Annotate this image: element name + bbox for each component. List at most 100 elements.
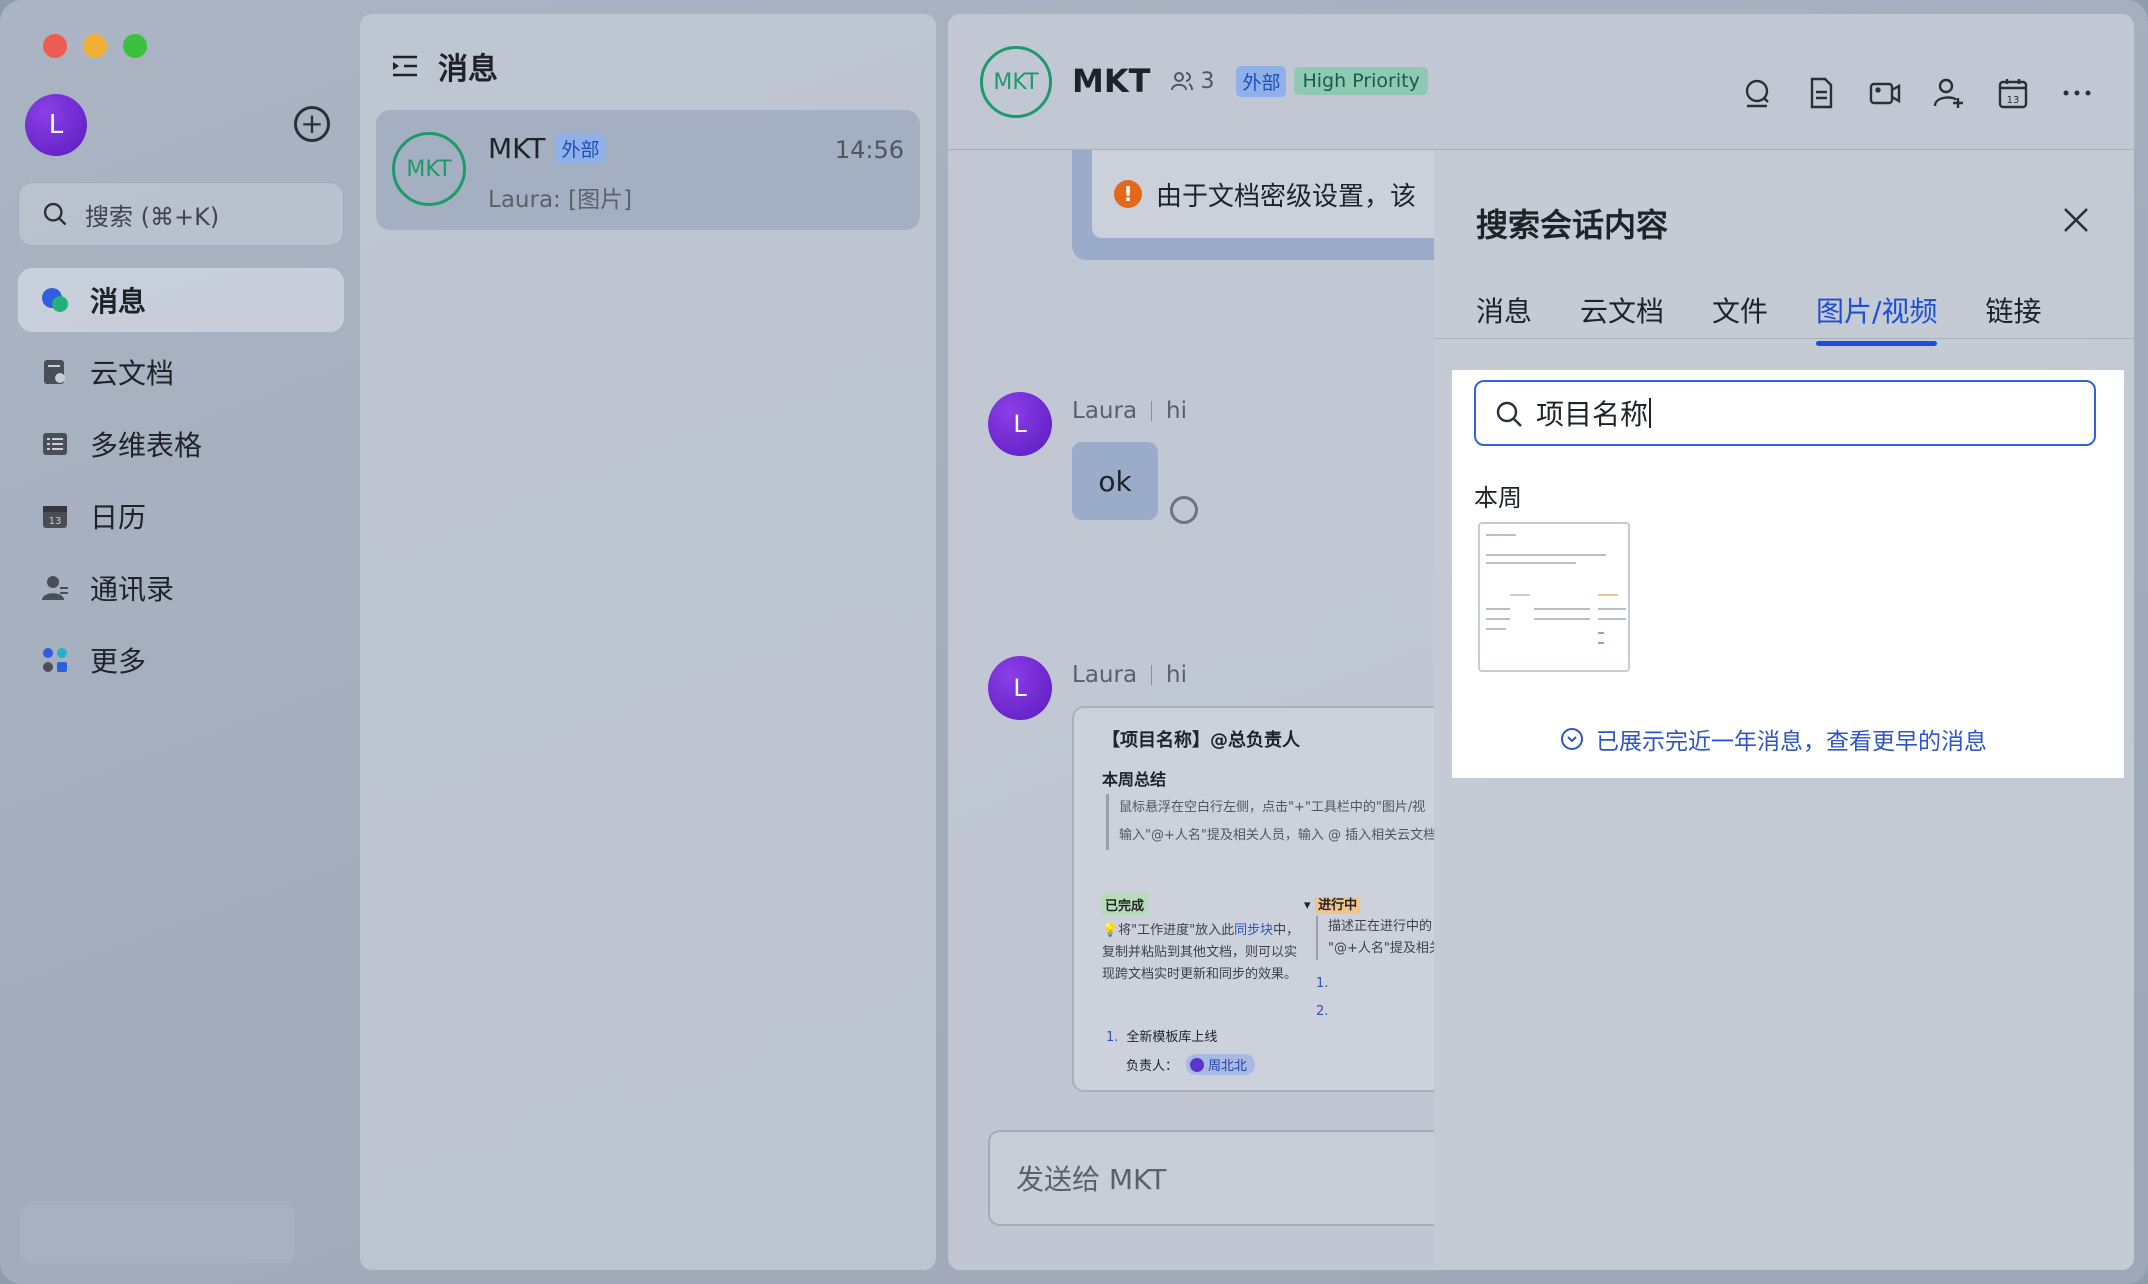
thumb-line — [1486, 608, 1510, 610]
load-earlier-text: 已展示完近一年消息，查看更早的消息 — [1596, 729, 1987, 755]
add-icon[interactable]: + — [294, 106, 330, 142]
search-results-card: 项目名称 本周 已展示完近一年消息，查看更早的消息 — [1452, 370, 2124, 778]
read-status-icon — [1170, 496, 1198, 524]
more-icon[interactable] — [2060, 76, 2094, 110]
message-meta: Laura hi — [1072, 398, 1187, 424]
group-avatar[interactable]: MKT — [980, 46, 1052, 118]
tab-links[interactable]: 链接 — [1985, 290, 2041, 344]
calendar-icon[interactable]: 13 — [1996, 76, 2030, 110]
search-query-input[interactable]: 项目名称 — [1474, 380, 2096, 446]
chat-bubble-icon — [42, 288, 68, 312]
thumb-line — [1598, 632, 1604, 634]
search-panel-title: 搜索会话内容 — [1476, 206, 1669, 244]
meta-divider — [1151, 665, 1153, 685]
conversation-panel: MKT MKT 3 外部 High Priority 13 ! 由于文档密级设置… — [948, 14, 2134, 1270]
doing-list: 1. 2. — [1316, 970, 1328, 1026]
sidebar-item-label: 消息 — [90, 285, 147, 318]
chat-preview: Laura: [图片] — [488, 187, 633, 213]
message-meta: Laura hi — [1072, 662, 1187, 688]
tabs-divider — [1434, 338, 2134, 339]
doc-icon[interactable] — [1804, 76, 1838, 110]
tab-messages[interactable]: 消息 — [1476, 290, 1532, 344]
load-earlier-link[interactable]: 已展示完近一年消息，查看更早的消息 — [1560, 722, 1987, 756]
external-tag: 外部 — [1236, 65, 1287, 97]
doing-label: 进行中 — [1315, 897, 1361, 914]
thumb-line — [1598, 642, 1604, 644]
svg-text:13: 13 — [2007, 95, 2020, 106]
thumb-line — [1534, 618, 1590, 620]
reply-to: hi — [1166, 398, 1188, 424]
chat-list-header: 消息 — [390, 44, 498, 88]
sidebar-nav: 消息 云文档 多维表格 13 日历 通讯录 更多 — [18, 268, 344, 700]
member-count[interactable]: 3 — [1170, 69, 1214, 94]
meta-divider — [1151, 401, 1153, 421]
minimize-window-button[interactable] — [83, 34, 107, 58]
message-bubble[interactable]: ok — [1072, 442, 1158, 520]
conversation-toolbar: 13 — [1710, 76, 2094, 110]
owner-avatar — [1190, 1057, 1205, 1072]
chat-list-title: 消息 — [438, 52, 498, 87]
sidebar-item-label: 多维表格 — [90, 429, 203, 462]
search-chat-icon[interactable] — [1740, 76, 1774, 110]
search-icon — [1496, 401, 1522, 427]
sidebar-item-messages[interactable]: 消息 — [18, 268, 344, 332]
thumb-line — [1598, 608, 1626, 610]
members-icon — [1171, 72, 1194, 91]
close-icon[interactable] — [2058, 202, 2094, 238]
add-member-icon[interactable] — [1932, 76, 1966, 110]
done-list-item: 1. 全新模板库上线 — [1106, 1026, 1217, 1045]
thumb-line — [1486, 628, 1506, 630]
warning-icon: ! — [1114, 180, 1142, 208]
sync-block-link: 同步块 — [1234, 923, 1274, 938]
chat-list-item[interactable]: MKT MKT 外部 14:56 Laura: [图片] — [376, 110, 920, 230]
search-conversation-panel: 搜索会话内容 消息 云文档 文件 图片/视频 链接 项目名称 本周 已展示完近一… — [1434, 150, 2134, 1270]
video-icon[interactable] — [1868, 76, 1902, 110]
done-text-prefix: 💡将"工作进度"放入此 — [1102, 923, 1235, 938]
reply-to: hi — [1166, 662, 1188, 688]
collapse-list-icon[interactable] — [390, 51, 420, 81]
sender-avatar[interactable]: L — [988, 656, 1052, 720]
sidebar-item-label: 更多 — [90, 645, 147, 678]
sidebar-item-bitable[interactable]: 多维表格 — [18, 412, 344, 476]
doing-num: 1. — [1316, 976, 1329, 991]
sender-avatar[interactable]: L — [988, 392, 1052, 456]
search-tabs: 消息 云文档 文件 图片/视频 链接 — [1476, 290, 2090, 346]
chat-name: MKT 外部 — [488, 132, 606, 165]
member-count-text: 3 — [1200, 68, 1215, 94]
doc-title: 【项目名称】@总负责人 — [1102, 730, 1300, 751]
thumb-line — [1486, 618, 1510, 620]
chat-list-panel: 消息 MKT MKT 外部 14:56 Laura: [图片] — [360, 14, 936, 1270]
user-avatar[interactable]: L — [25, 94, 87, 156]
doing-num: 2. — [1316, 1004, 1329, 1019]
cloud-doc-icon — [44, 360, 65, 384]
sidebar-item-docs[interactable]: 云文档 — [18, 340, 344, 404]
done-text: 💡将"工作进度"放入此同步块中，复制并粘贴到其他文档，则可以实现跨文档实时更新和… — [1102, 920, 1302, 986]
sidebar-item-label: 云文档 — [90, 357, 175, 390]
chat-avatar: MKT — [392, 132, 466, 206]
sender-name: Laura — [1072, 662, 1138, 688]
global-search-input[interactable]: 搜索 (⌘+K) — [18, 182, 344, 246]
doc-image-message[interactable]: 【项目名称】@总负责人 本周总结 鼠标悬浮在空白行左侧，点击"+"工具栏中的"图… — [1072, 706, 1492, 1092]
maximize-window-button[interactable] — [123, 34, 147, 58]
svg-text:13: 13 — [49, 516, 62, 527]
image-result-thumbnail[interactable] — [1478, 522, 1630, 672]
doc-quote-line: 鼠标悬浮在空白行左侧，点击"+"工具栏中的"图片/视 — [1119, 800, 1426, 815]
tab-docs[interactable]: 云文档 — [1580, 290, 1664, 344]
tab-images-videos[interactable]: 图片/视频 — [1816, 290, 1938, 346]
tab-files[interactable]: 文件 — [1712, 290, 1768, 344]
conversation-name[interactable]: MKT — [1072, 62, 1150, 100]
conversation-header: MKT MKT 3 外部 High Priority 13 — [948, 14, 2134, 150]
external-tag: 外部 — [555, 133, 606, 164]
sidebar-item-more[interactable]: 更多 — [18, 628, 344, 692]
done-label: 已完成 — [1102, 894, 1148, 915]
doc-section: 本周总结 — [1102, 770, 1167, 789]
chat-name-text: MKT — [488, 132, 546, 165]
warning-text: 由于文档密级设置，该 — [1156, 181, 1417, 212]
sidebar-item-calendar[interactable]: 13 日历 — [18, 484, 344, 548]
close-window-button[interactable] — [43, 34, 67, 58]
owner-name: 周北北 — [1208, 1059, 1248, 1074]
doing-heading: ▾ 进行中 — [1304, 894, 1361, 914]
sidebar-item-contacts[interactable]: 通讯录 — [18, 556, 344, 620]
result-group-label: 本周 — [1474, 484, 1522, 512]
owner-label: 负责人： — [1126, 1059, 1179, 1074]
